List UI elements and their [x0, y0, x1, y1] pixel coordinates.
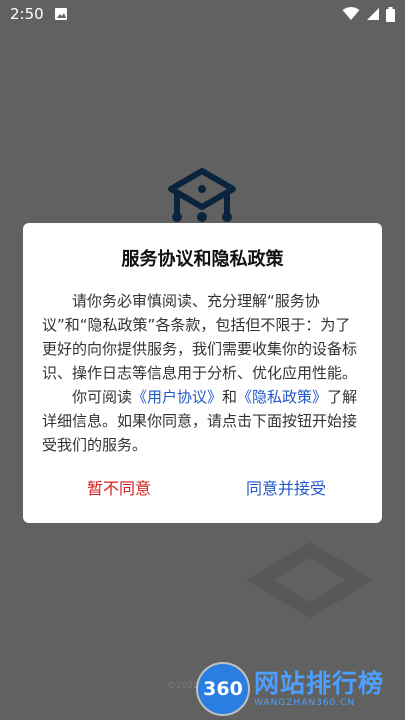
- watermark-title: 网站排行榜: [254, 669, 385, 698]
- user-agreement-link[interactable]: 《用户协议》: [132, 388, 222, 406]
- decline-button[interactable]: 暂不同意: [81, 471, 157, 503]
- site-watermark: 360 网站排行榜 WANGZHAN360.CN: [198, 662, 403, 716]
- wifi-icon: [342, 7, 360, 20]
- dialog-paragraph-2: 你可阅读《用户协议》和《隐私政策》了解详细信息。如果你同意，请点击下面按钮开始接…: [42, 385, 364, 457]
- paragraph-prefix: 你可阅读: [72, 388, 133, 406]
- status-time: 2:50: [10, 5, 44, 23]
- battery-icon: [386, 6, 395, 22]
- accept-button[interactable]: 同意并接受: [240, 471, 332, 503]
- paragraph-and: 和: [222, 388, 238, 406]
- dialog-title: 服务协议和隐私政策: [121, 249, 284, 270]
- signal-icon: [367, 8, 379, 20]
- watermark-subtitle: WANGZHAN360.CN: [254, 698, 356, 708]
- privacy-dialog: 服务协议和隐私政策 请你务必审慎阅读、充分理解“服务协议”和“隐私政策”各条款，…: [23, 223, 382, 523]
- privacy-policy-link[interactable]: 《隐私政策》: [237, 388, 327, 406]
- status-bar: 2:50: [0, 0, 405, 28]
- dialog-paragraph-1: 请你务必审慎阅读、充分理解“服务协议”和“隐私政策”各条款，包括但不限于：为了更…: [42, 292, 358, 382]
- watermark-badge: 360: [198, 664, 248, 714]
- dialog-body: 请你务必审慎阅读、充分理解“服务协议”和“隐私政策”各条款，包括但不限于：为了更…: [42, 289, 364, 457]
- image-notification-icon: [54, 8, 67, 20]
